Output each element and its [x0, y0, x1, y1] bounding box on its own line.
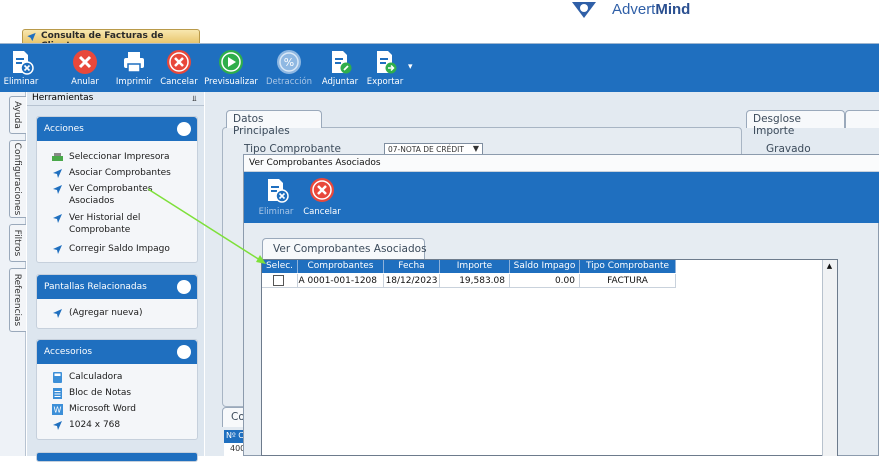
annotation-arrow-head: [256, 255, 266, 264]
annotation-arrow: [147, 188, 266, 264]
annotation-arrow-line: [147, 188, 264, 263]
